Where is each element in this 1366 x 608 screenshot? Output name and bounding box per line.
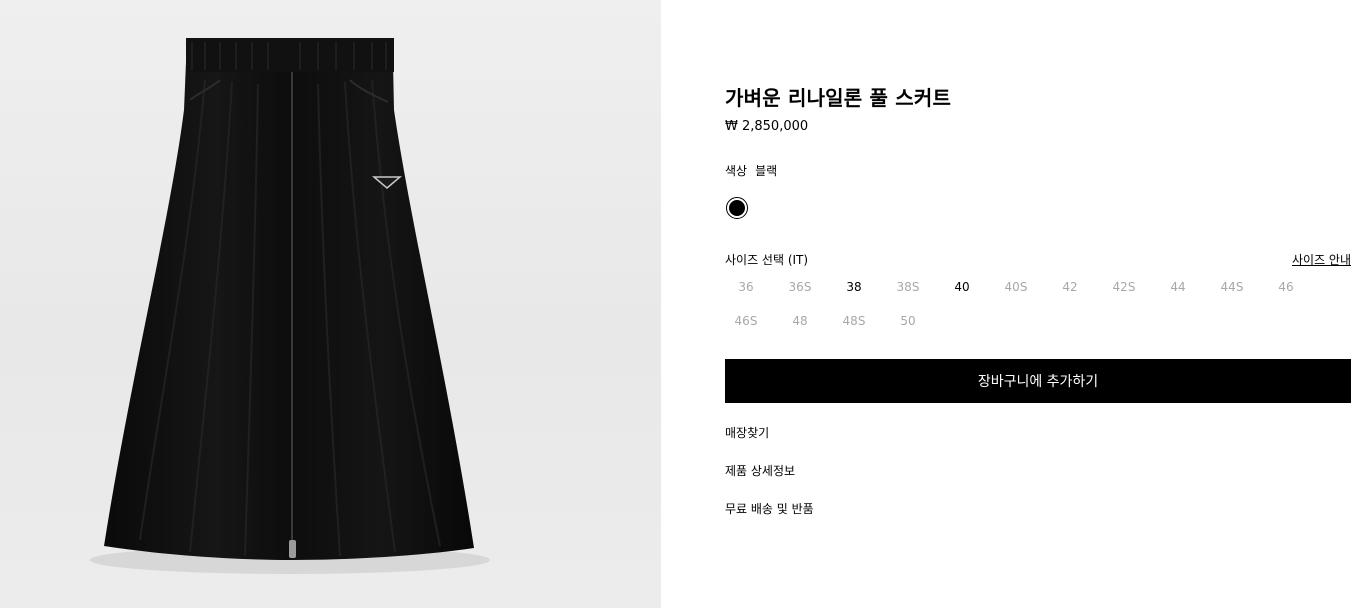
size-option[interactable]: 38S: [887, 280, 929, 294]
skirt-illustration: [90, 38, 490, 574]
swatch-dot: [729, 200, 745, 216]
size-option[interactable]: 40: [941, 280, 983, 294]
product-price: ₩ 2,850,000: [725, 119, 809, 134]
product-title: 가벼운 리나일론 풀 스커트: [725, 86, 952, 110]
size-guide-link[interactable]: 사이즈 안내: [1292, 251, 1351, 268]
size-option[interactable]: 36S: [779, 280, 821, 294]
product-details-link[interactable]: 제품 상세정보: [725, 462, 795, 479]
size-option[interactable]: 50: [887, 314, 929, 328]
color-swatch-black[interactable]: [726, 197, 748, 219]
size-option[interactable]: 44S: [1211, 280, 1253, 294]
size-option[interactable]: 48S: [833, 314, 875, 328]
shipping-returns-link[interactable]: 무료 배송 및 반품: [725, 500, 814, 517]
size-option[interactable]: 44: [1157, 280, 1199, 294]
color-label: 색상: [725, 164, 748, 178]
size-option[interactable]: 46S: [725, 314, 767, 328]
size-option[interactable]: 36: [725, 280, 767, 294]
color-value: 블랙: [755, 164, 778, 178]
product-image[interactable]: [0, 0, 661, 608]
size-option[interactable]: 40S: [995, 280, 1037, 294]
size-header: 사이즈 선택 (IT) 사이즈 안내: [725, 251, 1351, 269]
product-info-panel: 가벼운 리나일론 풀 스커트 ₩ 2,850,000 색상 블랙 사이즈 선택 (…: [725, 0, 1351, 608]
size-option[interactable]: 46: [1265, 280, 1307, 294]
size-option[interactable]: 38: [833, 280, 875, 294]
size-option[interactable]: 42: [1049, 280, 1091, 294]
size-select-label: 사이즈 선택 (IT): [725, 253, 809, 267]
find-store-link[interactable]: 매장찾기: [725, 424, 769, 441]
size-option[interactable]: 42S: [1103, 280, 1145, 294]
size-option[interactable]: 48: [779, 314, 821, 328]
color-row: 색상 블랙: [725, 162, 777, 179]
add-to-cart-button[interactable]: 장바구니에 추가하기: [725, 359, 1351, 403]
